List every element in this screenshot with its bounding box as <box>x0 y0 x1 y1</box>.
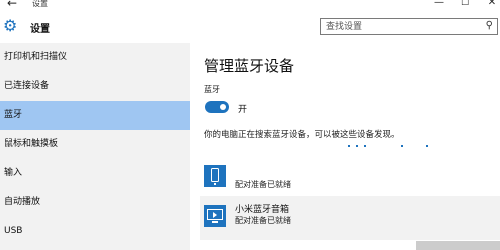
sidebar-item-connected-devices[interactable]: 已连接设备 <box>0 72 190 101</box>
bluetooth-toggle[interactable] <box>205 101 229 113</box>
app-title: 设置 <box>30 24 50 35</box>
sidebar-item-usb[interactable]: USB <box>0 217 190 246</box>
maximize-button[interactable]: ☐ <box>457 0 473 8</box>
close-button[interactable]: ✕ <box>484 0 500 8</box>
title-bar: ← 设置 — ☐ ✕ <box>0 0 500 11</box>
device-name: 小米蓝牙音箱 <box>235 205 290 215</box>
progress-dot <box>348 145 350 147</box>
main-content: 管理蓝牙设备 蓝牙 开 你的电脑正在搜索蓝牙设备，可以被这些设备发现。 配对准备… <box>190 43 500 250</box>
progress-dot <box>356 145 358 147</box>
progress-dot <box>401 145 403 147</box>
display-device-icon <box>204 205 226 227</box>
page-title: 管理蓝牙设备 <box>204 57 295 75</box>
sidebar-item-bluetooth[interactable]: 蓝牙 <box>0 101 190 130</box>
app-header: ⚙ 设置 ⚲ <box>0 11 500 43</box>
window-title: 设置 <box>32 0 48 8</box>
bluetooth-label: 蓝牙 <box>204 85 220 94</box>
toggle-knob <box>220 104 226 110</box>
sidebar-item-typing[interactable]: 输入 <box>0 159 190 188</box>
gear-icon: ⚙ <box>3 16 18 35</box>
sidebar-item-printers[interactable]: 打印机和扫描仪 <box>0 43 190 72</box>
sidebar: 打印机和扫描仪 已连接设备 蓝牙 鼠标和触摸板 输入 自动播放 USB <box>0 43 190 250</box>
search-input[interactable] <box>326 20 476 33</box>
progress-dot <box>426 145 428 147</box>
search-icon[interactable]: ⚲ <box>486 20 493 31</box>
sidebar-item-mouse-touchpad[interactable]: 鼠标和触摸板 <box>0 130 190 159</box>
progress-dot <box>364 145 366 147</box>
search-box[interactable]: ⚲ <box>320 18 498 35</box>
searching-status-text: 你的电脑正在搜索蓝牙设备，可以被这些设备发现。 <box>204 130 400 140</box>
device-item-phone[interactable]: 配对准备已就绪 <box>200 162 500 192</box>
toggle-state-label: 开 <box>238 105 248 115</box>
device-item-speaker[interactable]: 小米蓝牙音箱 配对准备已就绪 <box>200 196 500 240</box>
device-status: 配对准备已就绪 <box>235 216 291 225</box>
device-status: 配对准备已就绪 <box>235 180 291 189</box>
pair-button[interactable] <box>416 241 500 250</box>
minimize-button[interactable]: — <box>431 0 447 8</box>
sidebar-item-autoplay[interactable]: 自动播放 <box>0 188 190 217</box>
back-arrow-icon[interactable]: ← <box>7 0 17 10</box>
phone-icon <box>204 165 226 187</box>
